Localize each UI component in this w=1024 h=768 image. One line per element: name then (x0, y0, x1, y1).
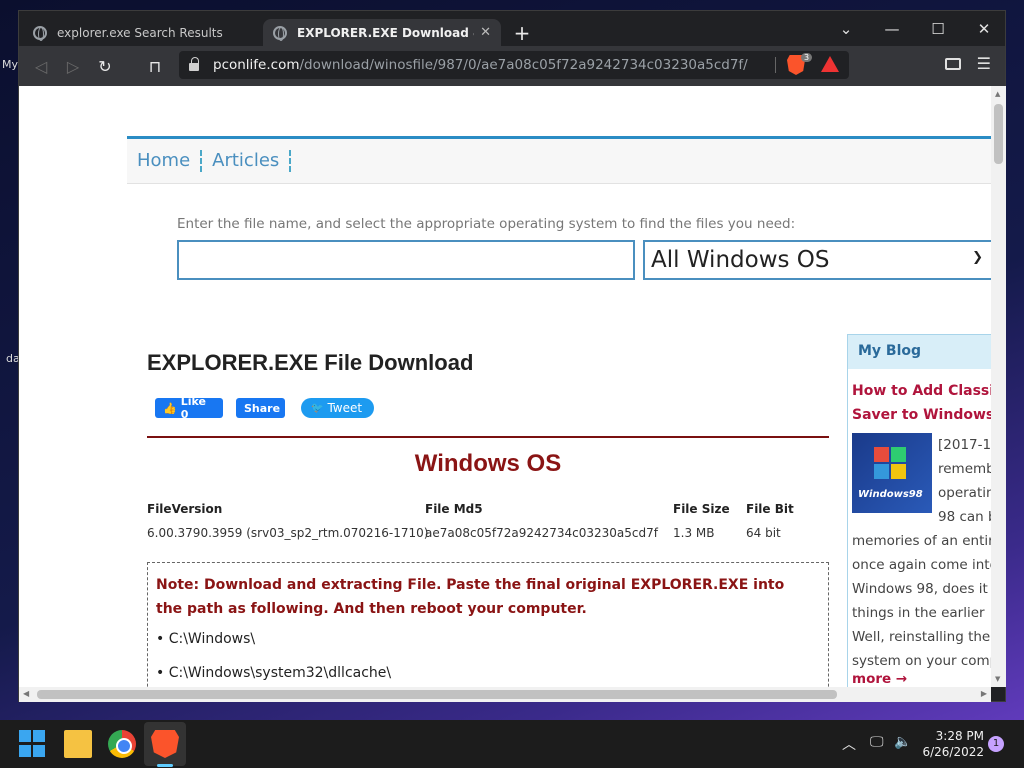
menu-icon[interactable]: ☰ (977, 54, 991, 73)
thumbs-up-icon: 👍 (163, 401, 177, 415)
page-title: EXPLORER.EXE File Download (147, 350, 474, 375)
os-select[interactable]: All Windows OS ❯ (643, 240, 991, 280)
twitter-bird-icon: 🐦 (311, 402, 324, 414)
scroll-up-icon[interactable]: ▲ (995, 90, 1000, 98)
site-nav: Home Articles (127, 136, 991, 184)
blog-more-link[interactable]: more → (852, 671, 907, 687)
running-indicator (157, 764, 173, 767)
tab-strip: explorer.exe Search Results EXPLORER.EXE… (19, 11, 1005, 46)
nav-home-link[interactable]: Home (127, 150, 203, 172)
file-explorer-icon[interactable] (64, 730, 92, 758)
maximize-button[interactable]: ☐ (915, 15, 961, 43)
clock-time: 3:28 PM (935, 729, 984, 743)
tab-search-results[interactable]: explorer.exe Search Results (23, 19, 261, 46)
facebook-share-button[interactable]: Share (236, 398, 285, 418)
col-header-fileversion: FileVersion (147, 502, 223, 516)
section-divider (147, 436, 829, 438)
scroll-thumb[interactable] (37, 690, 837, 699)
tab-label: EXPLORER.EXE Download & Fix Fo (297, 25, 474, 40)
close-tab-icon[interactable]: ✕ (480, 25, 491, 40)
network-icon[interactable]: 🖵 (870, 734, 884, 750)
os-heading: Windows OS (414, 450, 562, 477)
blog-excerpt-line: system on your comp (852, 653, 991, 669)
col-header-size: File Size (673, 502, 730, 516)
scroll-down-icon[interactable]: ▼ (995, 675, 1000, 683)
minimize-button[interactable]: — (869, 15, 915, 43)
col-header-md5: File Md5 (425, 502, 483, 516)
chevron-up-icon[interactable]: ︿ (842, 734, 856, 754)
blog-excerpt-line: 98 can b (938, 509, 991, 525)
facebook-like-button[interactable]: 👍 Like 0 (155, 395, 223, 421)
search-hint: Enter the file name, and select the appr… (177, 216, 796, 232)
browser-window: explorer.exe Search Results EXPLORER.EXE… (18, 10, 1006, 702)
address-bar[interactable]: pconlife.com/download/winosfile/987/0/ae… (179, 51, 849, 79)
blog-post-title[interactable]: How to Add Classic W Saver to Windows 7/ (852, 379, 991, 427)
cell-fileversion: 6.00.3790.3959 (srv03_sp2_rtm.070216-171… (147, 526, 429, 540)
scroll-thumb[interactable] (994, 104, 1003, 164)
tab-explorer-download[interactable]: EXPLORER.EXE Download & Fix Fo ✕ (263, 19, 501, 46)
globe-icon (273, 25, 287, 41)
scroll-left-icon[interactable]: ◀ (23, 689, 29, 698)
blog-excerpt-line: [2017-1 (938, 437, 991, 453)
os-select-value: All Windows OS (651, 247, 830, 273)
new-tab-button[interactable]: + (511, 21, 533, 45)
cell-md5: ae7a08c05f72a9242734c03230a5cd7f (425, 526, 658, 540)
tab-label: explorer.exe Search Results (57, 25, 223, 40)
horizontal-scrollbar[interactable]: ◀ ▶ (19, 687, 991, 702)
scroll-right-icon[interactable]: ▶ (981, 689, 987, 698)
clock[interactable]: 3:28 PM 6/26/2022 (920, 728, 984, 760)
windows98-thumbnail[interactable]: Windows98 (852, 433, 932, 513)
taskbar: ︿ 🖵 🔈 3:28 PM 6/26/2022 1 (0, 720, 1024, 768)
blog-excerpt-line: rememb (938, 461, 991, 477)
install-note: Note: Download and extracting File. Past… (156, 577, 785, 617)
lock-icon (189, 57, 199, 71)
close-window-button[interactable]: ✕ (961, 15, 1007, 43)
url-text: pconlife.com/download/winosfile/987/0/ae… (213, 57, 748, 73)
nav-articles-link[interactable]: Articles (202, 150, 292, 172)
file-search-input[interactable] (177, 240, 635, 280)
brave-rewards-icon[interactable] (821, 56, 839, 72)
blog-heading: My Blog (848, 335, 991, 369)
path-item: • C:\Windows\ (156, 631, 256, 647)
cell-bit: 64 bit (746, 526, 781, 540)
url-divider (775, 57, 776, 73)
blog-excerpt-line: once again come into (852, 557, 991, 573)
blog-excerpt-line: operatin (938, 485, 991, 501)
blog-excerpt-line: Windows 98, does it (852, 581, 988, 597)
page-viewport: Home Articles Enter the file name, and s… (19, 86, 991, 687)
blog-sidebar: My Blog How to Add Classic W Saver to Wi… (847, 334, 991, 687)
desktop-label-fragment: My (2, 58, 19, 71)
globe-icon (33, 25, 47, 41)
blog-excerpt-line: things in the earlier (852, 605, 985, 621)
back-button[interactable]: ◁ (29, 54, 53, 78)
tweet-button[interactable]: 🐦 Tweet (301, 398, 374, 418)
notification-badge[interactable]: 1 (988, 736, 1004, 752)
bookmark-icon[interactable]: ⊓ (143, 54, 167, 78)
chevron-down-icon: ❯ (972, 250, 983, 265)
shields-count-badge: 3 (801, 53, 813, 62)
install-note-box: Note: Download and extracting File. Past… (147, 562, 829, 687)
forward-button[interactable]: ▷ (61, 54, 85, 78)
windows-flag-icon (874, 447, 908, 481)
cell-size: 1.3 MB (673, 526, 715, 540)
volume-icon[interactable]: 🔈 (894, 734, 911, 750)
browser-toolbar: ◁ ▷ ↻ ⊓ pconlife.com/download/winosfile/… (19, 46, 1005, 86)
reload-button[interactable]: ↻ (93, 54, 117, 78)
wallet-icon[interactable] (945, 58, 961, 70)
chrome-icon[interactable] (108, 730, 136, 758)
vertical-scrollbar[interactable]: ▲ ▼ (991, 86, 1006, 687)
clock-date: 6/26/2022 (922, 745, 984, 759)
blog-excerpt-line: Well, reinstalling the (852, 629, 991, 645)
start-button[interactable] (19, 730, 47, 758)
tab-search-chevron-icon[interactable]: ⌄ (823, 15, 869, 43)
path-item: • C:\Windows\system32\dllcache\ (156, 665, 392, 681)
col-header-bit: File Bit (746, 502, 794, 516)
thumbnail-caption: Windows98 (858, 489, 923, 500)
blog-excerpt-line: memories of an entir (852, 533, 991, 549)
